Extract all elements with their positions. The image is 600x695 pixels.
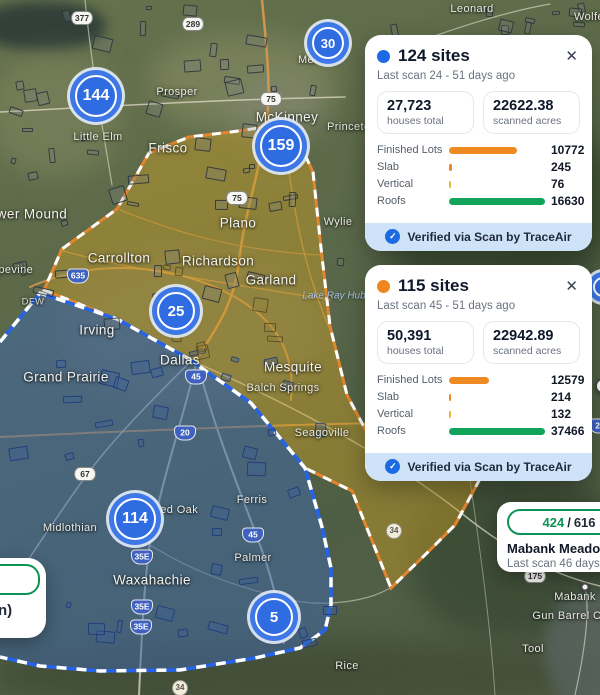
bar-value: 214 [551, 390, 572, 404]
progress-bars: Finished Lots 10772 Slab 245 Vertical 76 Roofs… [377, 143, 584, 208]
bar-value: 37466 [551, 424, 585, 438]
cluster-marker-159[interactable]: 159 [260, 125, 302, 167]
cluster-marker-30[interactable]: 30 [312, 27, 344, 59]
bar-row-slab: Slab 214 [377, 390, 580, 404]
bar-value: 132 [551, 407, 572, 421]
bar-fill [449, 146, 517, 154]
site-dot-marker[interactable] [580, 582, 590, 592]
bar-fill [449, 163, 452, 171]
bar-fill [449, 376, 489, 384]
bar-label: Finished Lots [377, 374, 443, 386]
lots-complete-count: 424 [542, 514, 565, 530]
card-title: 124 sites [398, 46, 470, 65]
bar-value: 245 [551, 160, 572, 174]
bar-fill [449, 197, 545, 205]
scanned-acres-stat: 22622.38 scanned acres [483, 91, 580, 134]
bar-label: Vertical [377, 408, 414, 420]
lots-progress-pill: 424 / 616 [507, 509, 600, 535]
bar-fill [449, 410, 451, 418]
card-title: 115 sites [398, 276, 469, 295]
site-name: Mabank Meadow [507, 541, 600, 556]
bar-label: Finished Lots [377, 144, 443, 156]
site-card-partial-left[interactable]: n) [0, 558, 46, 638]
houses-total-stat: 27,723 houses total [377, 91, 474, 134]
stat-value: 22942.89 [493, 328, 554, 344]
last-scan-text: Last scan 24 - 51 days ago [377, 70, 516, 82]
stat-value: 27,723 [387, 98, 432, 114]
sites-summary-card-orange: 115 sites ✕ Last scan 45 - 51 days ago 5… [365, 265, 592, 481]
bar-value: 16630 [551, 194, 585, 208]
bar-value: 76 [551, 177, 565, 191]
bar-fill [449, 427, 545, 435]
cluster-marker-5[interactable]: 5 [255, 598, 293, 636]
stat-label: scanned acres [493, 115, 562, 127]
map-app: LeonardWolfe CityMelissaProsperMcKinneyP… [0, 0, 600, 695]
houses-total-stat: 50,391 houses total [377, 321, 474, 364]
verified-check-icon: ✓ [385, 459, 401, 474]
bar-row-finished-lots: Finished Lots 12579 [377, 373, 584, 387]
sites-summary-card-blue: 124 sites ✕ Last scan 24 - 51 days ago 2… [365, 35, 592, 251]
verified-footer: ✓ Verified via Scan by TraceAir [365, 223, 592, 251]
bar-fill [449, 180, 451, 188]
scanned-acres-stat: 22942.89 scanned acres [483, 321, 580, 364]
site-card-mabank[interactable]: 424 / 616 Mabank Meadow Last scan 46 day… [497, 502, 600, 572]
bar-row-roofs: Roofs 16630 [377, 194, 584, 208]
bar-label: Slab [377, 391, 400, 403]
stat-value: 50,391 [387, 328, 432, 344]
verified-text: Verified via Scan by TraceAir [407, 459, 572, 474]
last-scan-text: Last scan 45 - 51 days ago [377, 300, 516, 312]
verified-footer: ✓ Verified via Scan by TraceAir [365, 453, 592, 481]
bar-row-finished-lots: Finished Lots 10772 [377, 143, 584, 157]
bar-value: 12579 [551, 373, 585, 387]
progress-bars: Finished Lots 12579 Slab 214 Vertical 132 Roof… [377, 373, 584, 438]
group-color-dot [377, 279, 390, 293]
stat-label: houses total [387, 345, 444, 357]
bar-row-vertical: Vertical 132 [377, 407, 580, 421]
cluster-marker-114[interactable]: 114 [114, 498, 156, 540]
bar-label: Roofs [377, 425, 406, 437]
bar-label: Vertical [377, 178, 414, 190]
site-name-fragment: n) [0, 602, 13, 619]
stat-label: houses total [387, 115, 444, 127]
bar-row-vertical: Vertical 76 [377, 177, 580, 191]
bar-fill [449, 393, 451, 401]
bar-value: 10772 [551, 143, 585, 157]
verified-text: Verified via Scan by TraceAir [407, 229, 572, 244]
close-icon[interactable]: ✕ [563, 47, 580, 66]
lots-total-count: 616 [573, 514, 596, 530]
verified-check-icon: ✓ [385, 229, 401, 244]
progress-separator: / [567, 514, 571, 530]
lots-progress-pill [0, 564, 40, 595]
group-color-dot [377, 49, 390, 63]
bar-row-slab: Slab 245 [377, 160, 580, 174]
stat-label: scanned acres [493, 345, 562, 357]
cluster-marker-25[interactable]: 25 [157, 292, 195, 330]
stat-value: 22622.38 [493, 98, 554, 114]
cluster-marker-144[interactable]: 144 [75, 75, 117, 117]
site-last-scan: Last scan 46 days [507, 558, 600, 570]
bar-label: Slab [377, 161, 400, 173]
bar-row-roofs: Roofs 37466 [377, 424, 584, 438]
close-icon[interactable]: ✕ [563, 277, 580, 296]
bar-label: Roofs [377, 195, 406, 207]
